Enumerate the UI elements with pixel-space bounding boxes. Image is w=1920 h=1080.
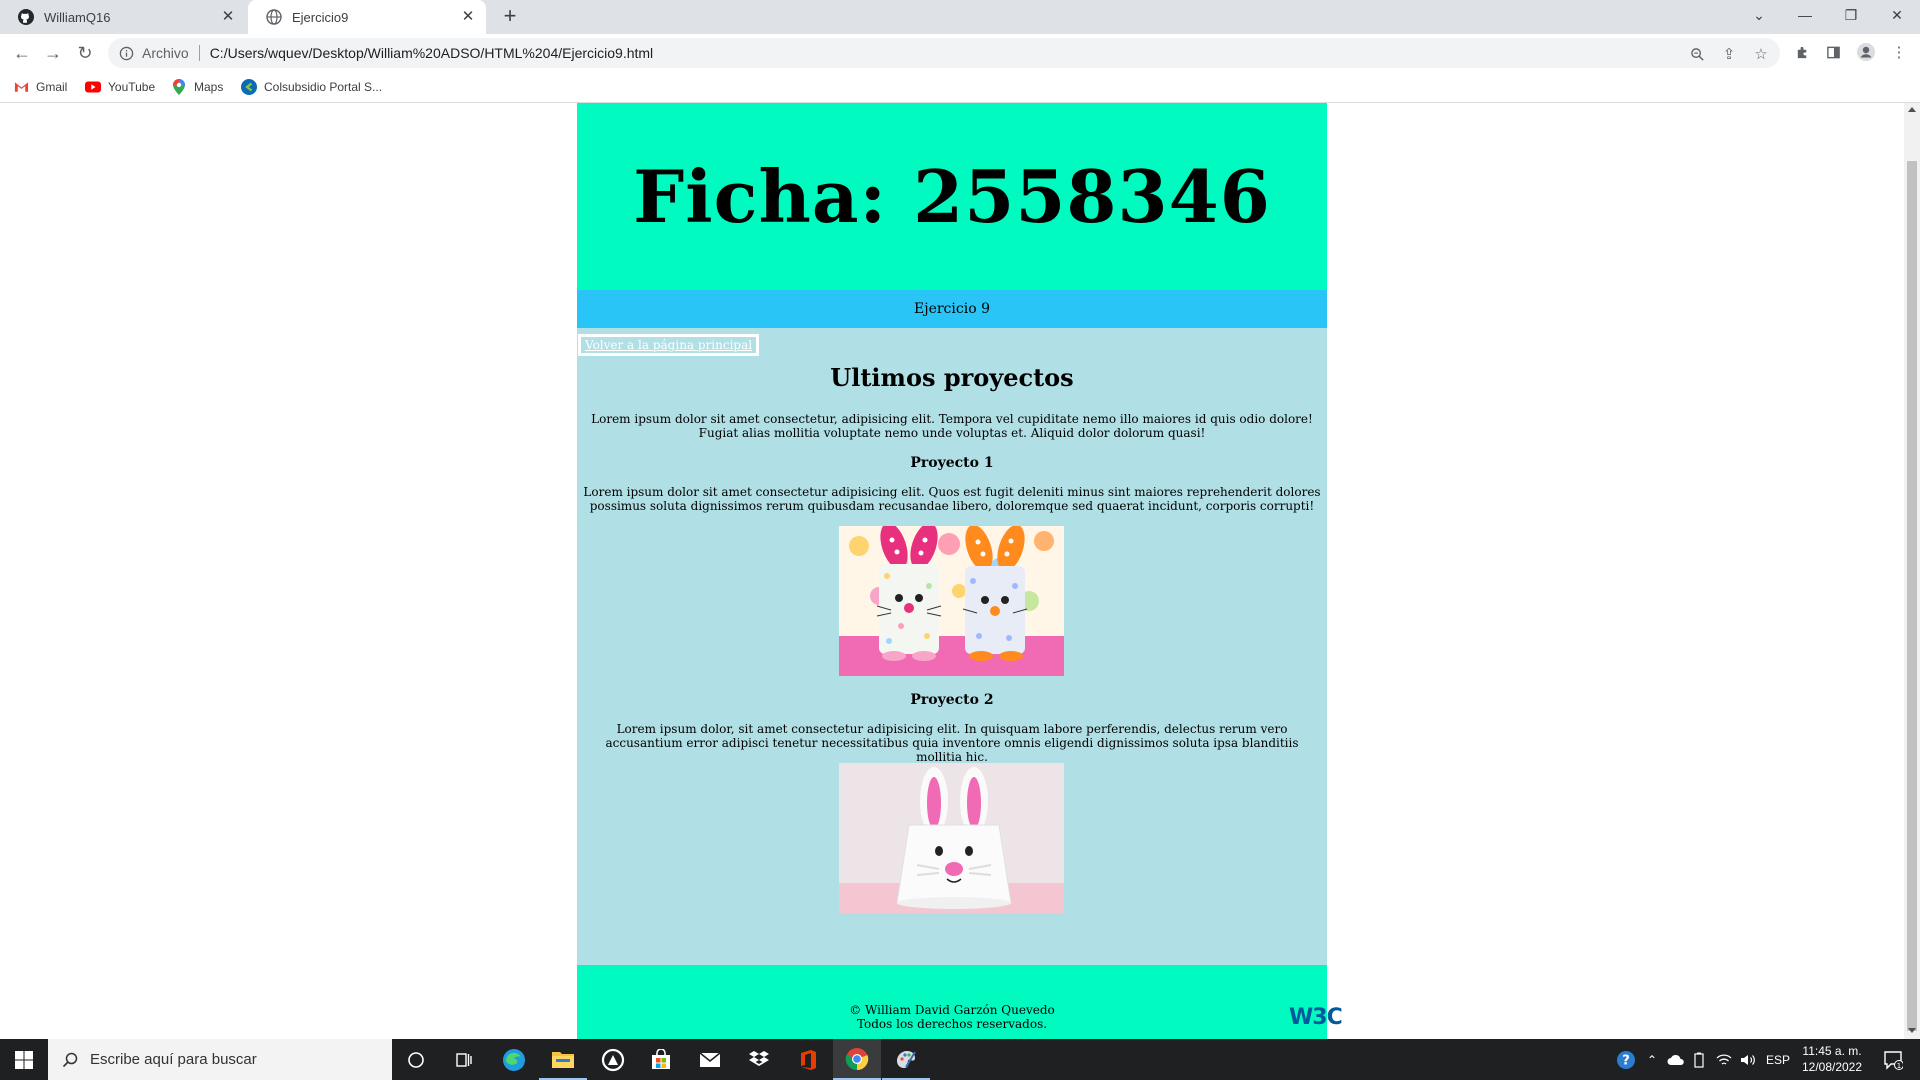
office-icon[interactable] — [784, 1039, 832, 1080]
share-icon[interactable]: ⇪ — [1720, 45, 1738, 63]
scroll-thumb[interactable] — [1907, 161, 1917, 1031]
page-container: Ficha: 2558346 Ejercicio 9 Volver a la p… — [577, 103, 1343, 1039]
search-placeholder: Escribe aquí para buscar — [90, 1051, 257, 1068]
bookmark-star-icon[interactable]: ☆ — [1752, 45, 1770, 63]
footer-copyright: © William David Garzón Quevedo — [849, 1003, 1055, 1017]
menu-kebab-icon[interactable]: ⋮ — [1888, 41, 1910, 63]
app-icon[interactable] — [589, 1039, 637, 1080]
w3c-badge[interactable]: W3C — [1289, 1005, 1343, 1030]
url-text[interactable]: C:/Users/wquev/Desktop/William%20ADSO/HT… — [210, 45, 653, 61]
bookmarks-bar: Gmail YouTube Maps Colsubsidio Portal S.… — [0, 72, 1920, 103]
browser-toolbar: ← → ↻ Archivo C:/Users/wquev/Desktop/Wil… — [0, 34, 1920, 72]
page-title: Ficha: 2558346 — [633, 154, 1271, 239]
footer-rights: Todos los derechos reservados. — [856, 1017, 1048, 1031]
info-icon[interactable] — [118, 45, 134, 61]
github-icon — [18, 9, 34, 25]
globe-icon — [266, 9, 282, 25]
bookmark-label: YouTube — [108, 80, 156, 94]
zoom-icon[interactable] — [1688, 45, 1706, 63]
gmail-icon — [13, 79, 29, 95]
project-2-title: Proyecto 2 — [910, 692, 994, 708]
bookmark-youtube[interactable]: YouTube — [85, 78, 155, 96]
mail-icon[interactable] — [686, 1039, 734, 1080]
page-footer: © William David Garzón Quevedo Todos los… — [577, 965, 1343, 1039]
tab-title: WilliamQ16 — [44, 9, 111, 25]
tab-williamq16[interactable]: WilliamQ16 ✕ — [0, 0, 246, 34]
extensions-icon[interactable] — [1791, 41, 1813, 63]
windows-start-icon[interactable] — [0, 1039, 48, 1080]
bookmark-label: Colsubsidio Portal S... — [264, 80, 383, 94]
bookmark-colsubsidio[interactable]: Colsubsidio Portal S... — [241, 78, 382, 96]
bookmark-maps[interactable]: Maps — [171, 78, 223, 96]
clock-date: 12/08/2022 — [1801, 1060, 1863, 1074]
project-1-image — [839, 526, 1064, 676]
new-tab-button[interactable]: + — [499, 5, 521, 28]
page-viewport: Ficha: 2558346 Ejercicio 9 Volver a la p… — [0, 103, 1904, 1039]
store-icon[interactable] — [637, 1039, 685, 1080]
bookmark-gmail[interactable]: Gmail — [13, 78, 67, 96]
dropbox-icon[interactable] — [735, 1039, 783, 1080]
footer-text: © William David Garzón Quevedo Todos los… — [577, 1003, 1327, 1031]
subheader: Ejercicio 9 — [577, 290, 1327, 328]
tab-strip: WilliamQ16 ✕ Ejercicio9 ✕ + ⌄ — ❐ ✕ — [0, 0, 1920, 34]
clock-time: 11:45 a. m. — [1802, 1044, 1862, 1058]
profile-avatar-icon[interactable] — [1855, 41, 1877, 63]
minimize-button[interactable]: — — [1782, 0, 1828, 30]
help-icon[interactable]: ? — [1612, 1039, 1640, 1080]
clock[interactable]: 11:45 a. m. 12/08/2022 — [1796, 1043, 1868, 1075]
cortana-icon[interactable] — [392, 1039, 440, 1080]
project-2-image — [839, 763, 1064, 913]
project-2-description: Lorem ipsum dolor, sit amet consectetur … — [605, 722, 1299, 764]
section-title: Ultimos proyectos — [830, 363, 1074, 392]
taskbar-search-input[interactable]: Escribe aquí para buscar — [48, 1039, 392, 1080]
notification-count: 1 — [1897, 1062, 1901, 1070]
intro-paragraph: Lorem ipsum dolor sit amet consectetur, … — [591, 412, 1313, 440]
forward-arrow-icon[interactable]: → — [41, 41, 65, 65]
vertical-scrollbar[interactable] — [1904, 103, 1920, 1039]
project-1-title: Proyecto 1 — [910, 455, 994, 471]
project-1-description: Lorem ipsum dolor sit amet consectetur a… — [583, 485, 1321, 513]
youtube-icon — [85, 79, 101, 95]
task-view-icon[interactable] — [440, 1039, 488, 1080]
close-tab-icon[interactable]: ✕ — [460, 9, 476, 25]
paint-icon[interactable] — [882, 1039, 930, 1080]
scroll-up-icon[interactable] — [1908, 107, 1916, 112]
omnibox-divider — [198, 45, 200, 61]
scroll-down-icon[interactable] — [1908, 1028, 1916, 1033]
battery-icon[interactable] — [1688, 1039, 1710, 1080]
tab-search-icon[interactable]: ⌄ — [1736, 0, 1782, 30]
chrome-icon[interactable] — [833, 1039, 881, 1080]
close-tab-icon[interactable]: ✕ — [220, 9, 236, 25]
security-label: Archivo — [142, 45, 189, 61]
windows-taskbar: Escribe aquí para buscar ? ⌃ ESP 11:45 a… — [0, 1039, 1920, 1080]
wifi-icon[interactable] — [1712, 1039, 1736, 1080]
close-window-button[interactable]: ✕ — [1874, 0, 1920, 30]
colsubsidio-icon — [241, 79, 257, 95]
back-to-home-link[interactable]: Volver a la página principal — [578, 334, 760, 356]
file-explorer-icon[interactable] — [539, 1039, 587, 1080]
chevron-up-icon[interactable]: ⌃ — [1642, 1039, 1662, 1080]
bookmark-label: Maps — [194, 80, 224, 94]
svg-text:?: ? — [1622, 1053, 1630, 1068]
bookmark-label: Gmail — [36, 80, 68, 94]
search-icon — [62, 1052, 78, 1068]
back-arrow-icon[interactable]: ← — [10, 41, 34, 65]
page-header: Ficha: 2558346 — [577, 103, 1327, 290]
side-panel-icon[interactable] — [1822, 41, 1844, 63]
onedrive-icon[interactable] — [1664, 1039, 1688, 1080]
notifications-icon[interactable]: 1 — [1874, 1039, 1912, 1080]
restore-button[interactable]: ❐ — [1828, 0, 1874, 30]
address-bar[interactable]: Archivo C:/Users/wquev/Desktop/William%2… — [108, 38, 1780, 68]
language-indicator[interactable]: ESP — [1764, 1039, 1792, 1080]
volume-icon[interactable] — [1736, 1039, 1760, 1080]
maps-icon — [171, 79, 187, 95]
reload-icon[interactable]: ↻ — [73, 41, 97, 65]
tab-title: Ejercicio9 — [292, 9, 349, 25]
tab-ejercicio9[interactable]: Ejercicio9 ✕ — [248, 0, 486, 34]
edge-icon[interactable] — [490, 1039, 538, 1080]
